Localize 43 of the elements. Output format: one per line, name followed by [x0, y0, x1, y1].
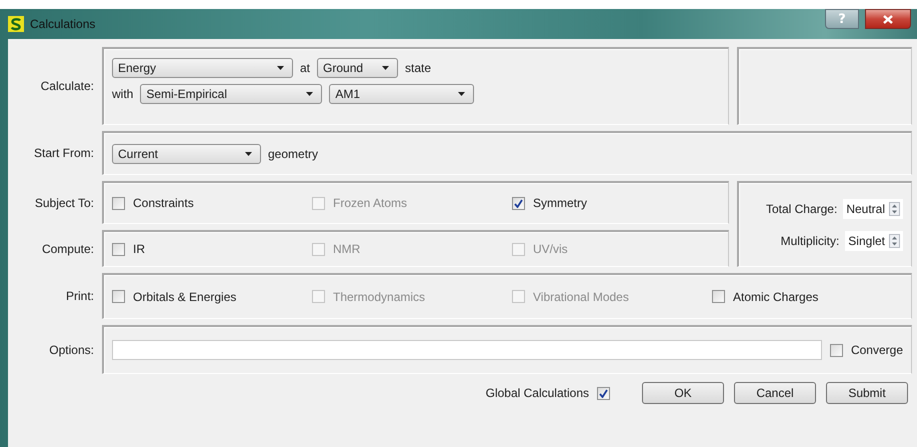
close-icon [883, 14, 893, 24]
spin-field[interactable]: Singlet [845, 230, 903, 250]
checkbox[interactable]: Orbitals & Energies [112, 290, 312, 304]
dropdown[interactable]: Ground [317, 58, 398, 78]
caret-icon [382, 66, 390, 70]
caret-icon [458, 92, 466, 96]
checkbox[interactable]: IR [112, 242, 312, 256]
dropdown[interactable]: AM1 [329, 84, 474, 104]
checkmark-icon [599, 388, 608, 398]
options-field[interactable] [112, 340, 822, 360]
window-title: Calculations [30, 17, 96, 31]
field-label: Options: [49, 342, 94, 356]
dialog-button[interactable]: OK [642, 382, 724, 404]
checkbox[interactable]: Converge [830, 343, 903, 357]
close-button[interactable] [865, 9, 911, 29]
label-text: Total Charge: [766, 202, 838, 216]
caret-icon [277, 66, 284, 70]
checkbox[interactable]: Symmetry [512, 196, 712, 210]
spinner-icon [889, 234, 900, 248]
label-text: Multiplicity: [780, 234, 840, 248]
field-label: Print: [66, 289, 94, 303]
checkmark-icon [514, 198, 523, 208]
field-label: Calculate: [40, 79, 94, 93]
caret-icon [245, 152, 252, 156]
dropdown[interactable]: Semi-Empirical [140, 84, 322, 104]
spin-field[interactable]: Neutral [843, 198, 903, 218]
caret-icon [306, 92, 314, 96]
field-label: Subject To: [34, 196, 94, 210]
field-label: Compute: [42, 242, 94, 256]
app-logo-icon [8, 16, 24, 32]
field-label: Start From: [34, 146, 94, 160]
checkbox[interactable]: Global Calculations [486, 386, 610, 400]
checkbox[interactable]: Atomic Charges [712, 290, 912, 304]
checkbox[interactable]: Constraints [112, 196, 312, 210]
dialog-button[interactable]: Submit [826, 382, 908, 404]
dropdown[interactable]: Current [112, 144, 261, 164]
spinner-icon [889, 202, 900, 216]
dialog-button[interactable]: Cancel [734, 382, 816, 404]
label-text: with [112, 87, 134, 101]
label-text: state [405, 61, 432, 75]
dropdown[interactable]: Energy [112, 58, 293, 78]
label-text: at [300, 61, 310, 75]
label-text: geometry [268, 146, 318, 160]
